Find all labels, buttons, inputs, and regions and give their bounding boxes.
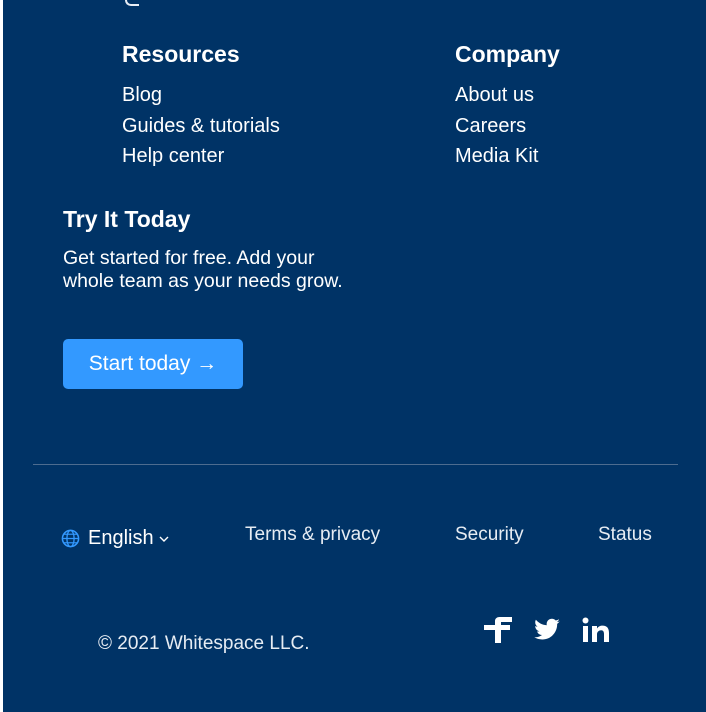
language-selector[interactable]: English	[61, 527, 170, 550]
linkedin-icon	[582, 617, 609, 642]
social-links	[481, 614, 613, 646]
link-media-kit[interactable]: Media Kit	[455, 145, 538, 167]
status-link[interactable]: Status	[598, 524, 652, 546]
link-guides-tutorials[interactable]: Guides & tutorials	[122, 115, 280, 137]
try-it-today-section: Try It Today Get started for free. Add y…	[63, 205, 353, 293]
globe-icon	[61, 529, 80, 548]
resources-links: Blog Guides & tutorials Help center	[122, 80, 280, 172]
security-link[interactable]: Security	[455, 524, 524, 546]
link-blog[interactable]: Blog	[122, 84, 162, 106]
language-label: English	[88, 527, 154, 549]
facebook-link[interactable]	[481, 614, 513, 646]
start-today-button[interactable]: Start today →	[63, 339, 243, 389]
clipped-glyph	[125, 0, 139, 6]
cta-heading: Try It Today	[63, 206, 191, 232]
footer-bottom-links: English Terms & privacy Security Status	[3, 524, 706, 554]
link-help-center[interactable]: Help center	[122, 145, 224, 167]
twitter-link[interactable]	[531, 614, 563, 646]
linkedin-link[interactable]	[581, 614, 613, 646]
chevron-down-icon	[159, 536, 169, 542]
company-heading: Company	[455, 41, 560, 67]
link-careers[interactable]: Careers	[455, 115, 526, 137]
terms-privacy-link[interactable]: Terms & privacy	[245, 524, 380, 546]
start-today-label: Start today →	[88, 352, 218, 375]
link-about-us[interactable]: About us	[455, 84, 534, 106]
cta-description: Get started for free. Add your whole tea…	[63, 247, 343, 292]
site-footer: Resources Blog Guides & tutorials Help c…	[3, 0, 706, 712]
resources-heading: Resources	[122, 41, 240, 67]
copyright-text: © 2021 Whitespace LLC.	[98, 633, 310, 654]
facebook-icon	[484, 617, 512, 643]
company-links: About us Careers Media Kit	[455, 80, 560, 172]
footer-divider	[33, 464, 678, 465]
twitter-icon	[534, 618, 560, 640]
resources-column: Resources Blog Guides & tutorials Help c…	[122, 40, 280, 172]
company-column: Company About us Careers Media Kit	[455, 40, 560, 172]
